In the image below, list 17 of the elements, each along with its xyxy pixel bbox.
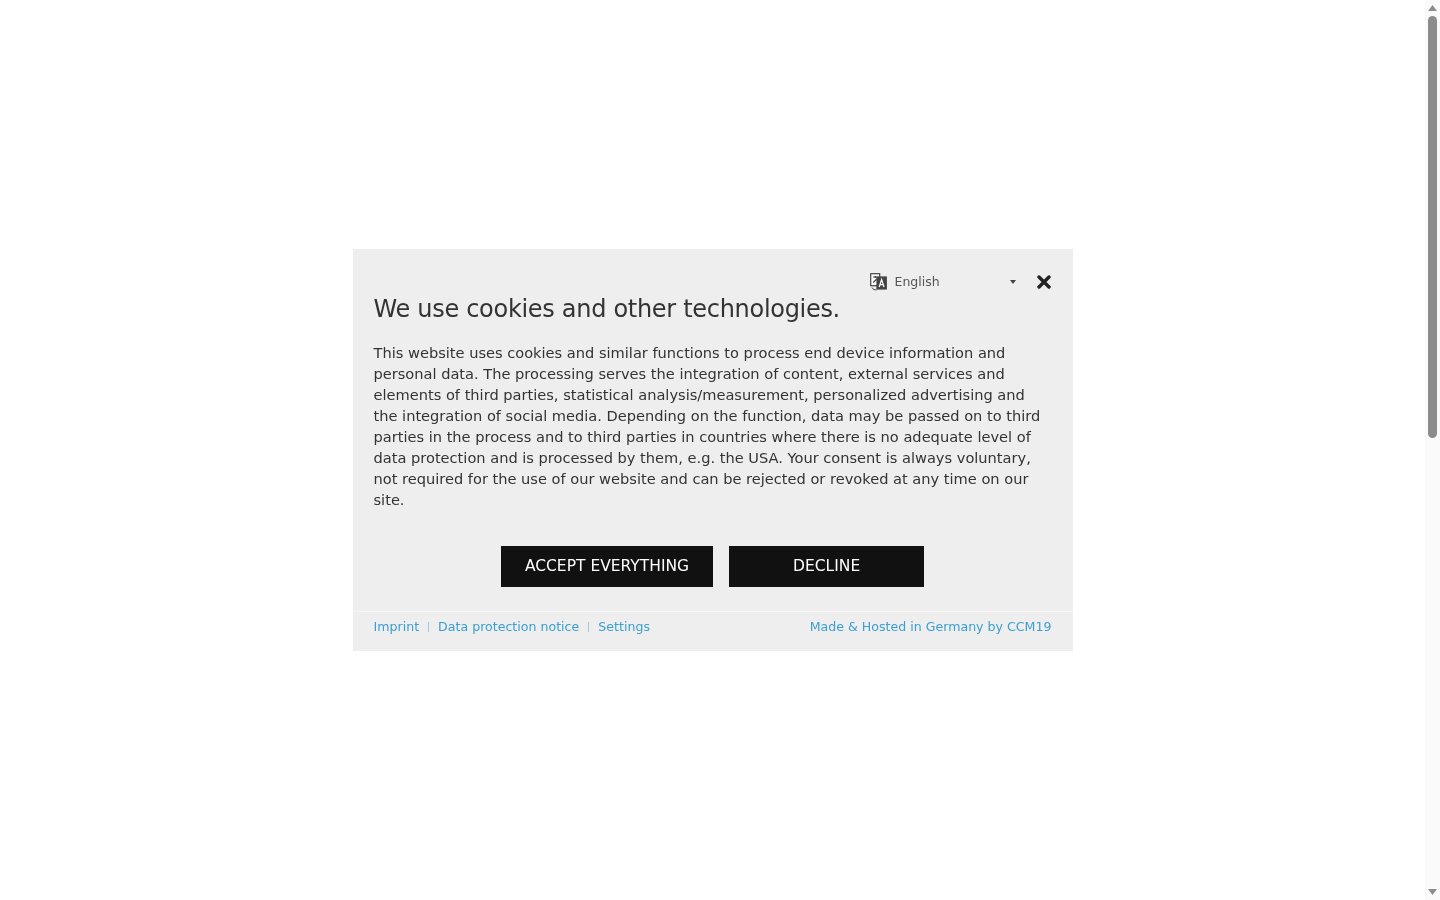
consent-button[interactable]: ACCEPT EVERYTHING: [500, 545, 714, 587]
close-button[interactable]: [1035, 274, 1052, 291]
dialog-title: We use cookies and other technologies.: [373, 295, 841, 324]
translate-icon: [869, 273, 887, 292]
credit-link[interactable]: Made & Hosted in Germany by CCM19: [809, 617, 1052, 637]
footer-link[interactable]: Settings: [598, 617, 650, 637]
close-icon: [1036, 275, 1051, 290]
language-select[interactable]: English: [869, 272, 1020, 292]
scrollbar[interactable]: [1425, 0, 1440, 900]
scrollbar-thumb[interactable]: [1428, 16, 1437, 438]
scroll-down-icon[interactable]: [1428, 889, 1437, 895]
consent-text: This website uses cookies and similar functions to process end device information and personal data. The processing serves the integration of content, external services and elements of third parties, statistical analysis/measurement, personalized advertising and the integration of social media. Depending on the function, data may be passed on to third parties in the process and to third parties in countries where there is no adequate level of data protection and is processed by them, e.g. the USA. Your consent is always voluntary, not required for the use of our website and can be rejected or revoked at any time on our site.: [373, 342, 1042, 510]
footer-link[interactable]: Data protection notice: [438, 617, 580, 637]
caret-icon: [1009, 280, 1016, 285]
scroll-up-icon[interactable]: [1428, 5, 1437, 11]
footer-link[interactable]: Imprint: [373, 617, 420, 637]
consent-button[interactable]: DECLINE: [729, 545, 925, 587]
